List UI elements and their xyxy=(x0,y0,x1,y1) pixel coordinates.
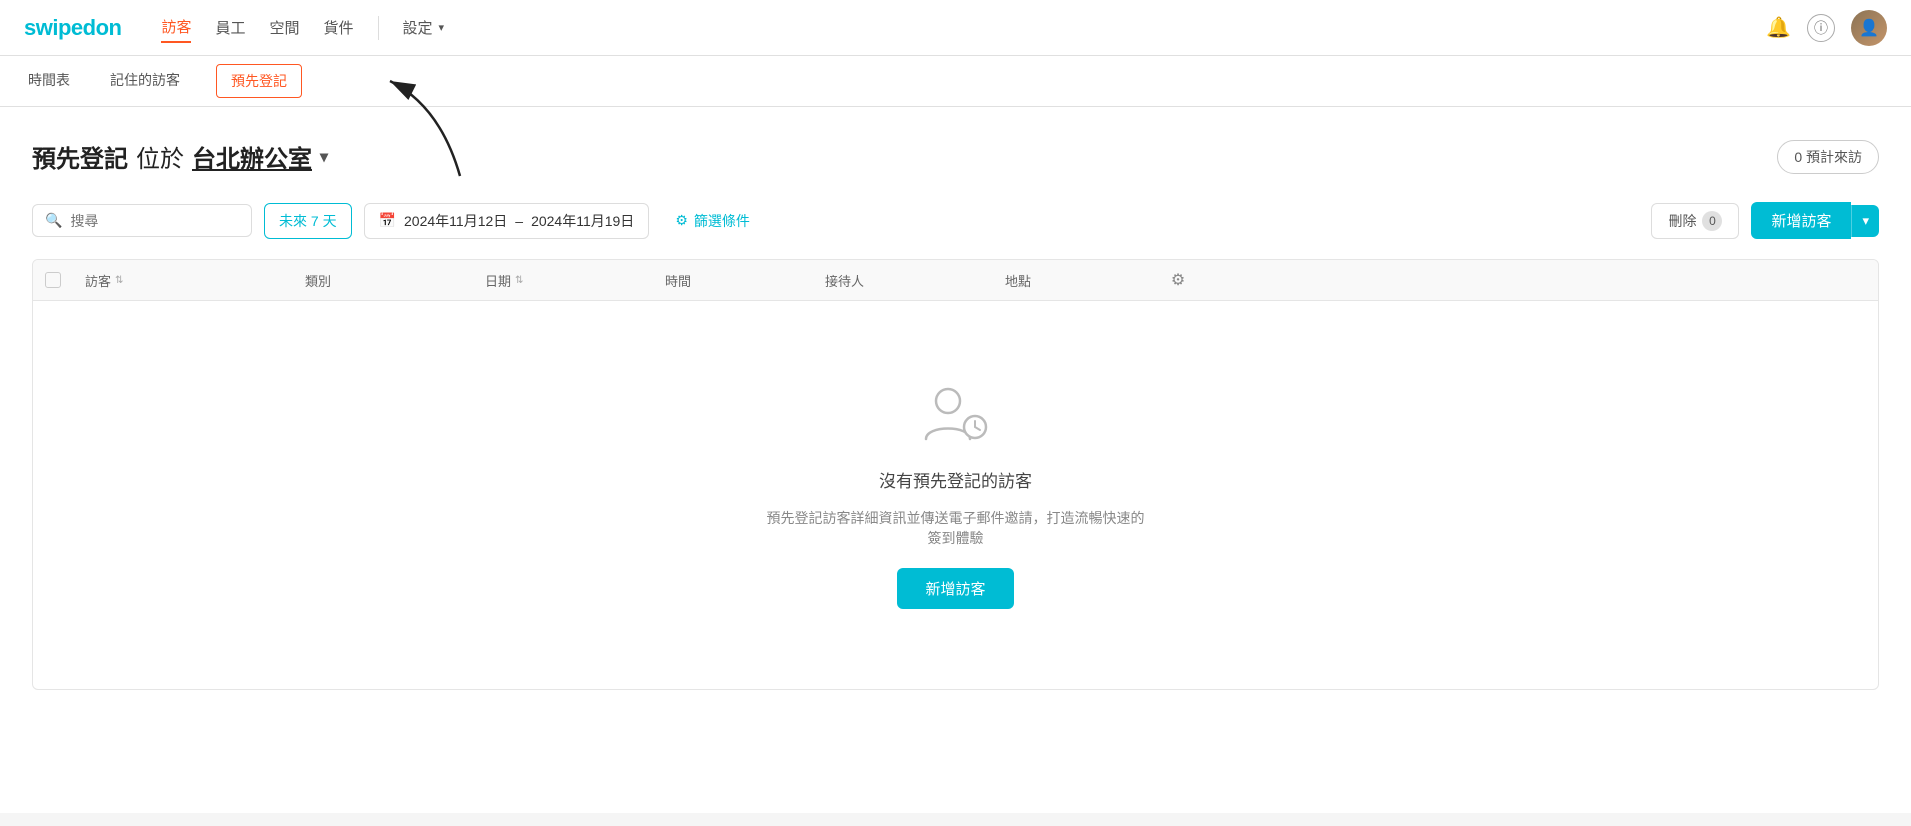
nav-item-visitors[interactable]: 訪客 xyxy=(161,12,191,43)
logo-part2: don xyxy=(83,15,122,40)
logo[interactable]: swipedon xyxy=(24,15,121,41)
empty-state-title: 沒有預先登記的訪客 xyxy=(879,467,1032,492)
th-location: 地點 xyxy=(993,270,1153,290)
estimated-count: 0 預計來訪 xyxy=(1794,147,1862,167)
nav-right: 🔔 ⓘ 👤 xyxy=(1766,10,1887,46)
info-icon[interactable]: ⓘ xyxy=(1807,14,1835,42)
table-header: 訪客 ⇅ 類別 日期 ⇅ 時間 接待人 地點 ⚙ xyxy=(33,260,1878,301)
date-range[interactable]: 📅 2024年11月12日 – 2024年11月19日 xyxy=(364,203,650,239)
empty-state-icon xyxy=(921,381,991,451)
page-title-at: 位於 xyxy=(136,139,184,174)
table-container: 訪客 ⇅ 類別 日期 ⇅ 時間 接待人 地點 ⚙ xyxy=(32,259,1879,690)
th-category: 類別 xyxy=(293,270,473,290)
search-input[interactable] xyxy=(70,213,239,229)
sort-date-icon[interactable]: ⇅ xyxy=(515,275,523,286)
nav-links: 訪客 員工 空間 貨件 設定 ▾ xyxy=(161,12,1734,43)
tab-timetable[interactable]: 時間表 xyxy=(24,56,74,106)
search-icon: 🔍 xyxy=(45,212,62,229)
add-visitor-dropdown-button[interactable]: ▾ xyxy=(1851,205,1879,237)
delete-btn[interactable]: 刪除 0 xyxy=(1651,203,1739,239)
empty-add-visitor-button[interactable]: 新增訪客 xyxy=(897,568,1013,609)
settings-label: 設定 xyxy=(403,17,433,38)
th-category-label: 類別 xyxy=(305,271,331,290)
th-time-label: 時間 xyxy=(665,271,691,290)
tab-bar: 時間表 記住的訪客 預先登記 xyxy=(0,56,1911,107)
navbar: swipedon 訪客 員工 空間 貨件 設定 ▾ 🔔 ⓘ 👤 xyxy=(0,0,1911,56)
date-to: 2024年11月19日 xyxy=(531,211,634,231)
chevron-down-icon: ▾ xyxy=(439,21,445,34)
location-chevron-icon[interactable]: ▾ xyxy=(320,147,328,167)
empty-state: 沒有預先登記的訪客 預先登記訪客詳細資訊並傳送電子郵件邀請，打造流暢快速的簽到體… xyxy=(33,301,1878,689)
location-link[interactable]: 台北辦公室 xyxy=(192,139,312,174)
filter-conditions-btn[interactable]: ⚙ 篩選條件 xyxy=(661,204,764,238)
th-host: 接待人 xyxy=(813,270,993,290)
filter-icon: ⚙ xyxy=(675,212,688,229)
th-settings[interactable]: ⚙ xyxy=(1153,270,1203,290)
empty-state-description: 預先登記訪客詳細資訊並傳送電子郵件邀請，打造流暢快速的簽到體驗 xyxy=(766,508,1146,548)
avatar[interactable]: 👤 xyxy=(1851,10,1887,46)
date-from: 2024年11月12日 xyxy=(404,211,507,231)
th-host-label: 接待人 xyxy=(825,271,864,290)
sort-visitor-icon[interactable]: ⇅ xyxy=(115,275,123,286)
delete-label: 刪除 xyxy=(1668,211,1696,231)
delete-count-badge: 0 xyxy=(1702,211,1722,231)
estimated-visitors: 0 預計來訪 xyxy=(1777,140,1879,174)
th-date: 日期 ⇅ xyxy=(473,270,653,290)
bell-icon[interactable]: 🔔 xyxy=(1766,15,1791,40)
tab-preregister[interactable]: 預先登記 xyxy=(216,64,302,98)
nav-settings[interactable]: 設定 ▾ xyxy=(403,17,445,38)
select-all-checkbox[interactable] xyxy=(45,272,61,288)
th-checkbox xyxy=(33,270,73,290)
add-visitor-button[interactable]: 新增訪客 xyxy=(1751,202,1851,239)
nav-item-spaces[interactable]: 空間 xyxy=(270,13,300,42)
table-settings-icon[interactable]: ⚙ xyxy=(1171,270,1185,290)
page-title: 預先登記 位於 台北辦公室 ▾ xyxy=(32,139,328,174)
add-visitor-group: 新增訪客 ▾ xyxy=(1751,202,1879,239)
tab-remembered-visitors[interactable]: 記住的訪客 xyxy=(106,56,184,106)
quick-filter-btn[interactable]: 未來 7 天 xyxy=(264,203,352,239)
date-separator: – xyxy=(515,213,523,229)
search-box[interactable]: 🔍 xyxy=(32,204,252,237)
filter-row: 🔍 未來 7 天 📅 2024年11月12日 – 2024年11月19日 ⚙ 篩… xyxy=(32,202,1879,239)
calendar-icon: 📅 xyxy=(379,212,396,229)
th-time: 時間 xyxy=(653,270,813,290)
th-visitor: 訪客 ⇅ xyxy=(73,270,293,290)
th-date-label: 日期 xyxy=(485,271,511,290)
logo-part1: swipe xyxy=(24,15,83,40)
th-visitor-label: 訪客 xyxy=(85,271,111,290)
tab-bar-wrapper: 時間表 記住的訪客 預先登記 xyxy=(0,56,1911,107)
main-content: 預先登記 位於 台北辦公室 ▾ 0 預計來訪 🔍 未來 7 天 📅 2024年1… xyxy=(0,107,1911,813)
page-header: 預先登記 位於 台北辦公室 ▾ 0 預計來訪 xyxy=(32,139,1879,174)
page-title-text: 預先登記 xyxy=(32,139,128,174)
nav-divider xyxy=(378,16,379,40)
nav-item-staff[interactable]: 員工 xyxy=(215,13,245,42)
nav-item-deliveries[interactable]: 貨件 xyxy=(324,13,354,42)
th-location-label: 地點 xyxy=(1005,271,1031,290)
filter-label: 篩選條件 xyxy=(694,211,750,231)
